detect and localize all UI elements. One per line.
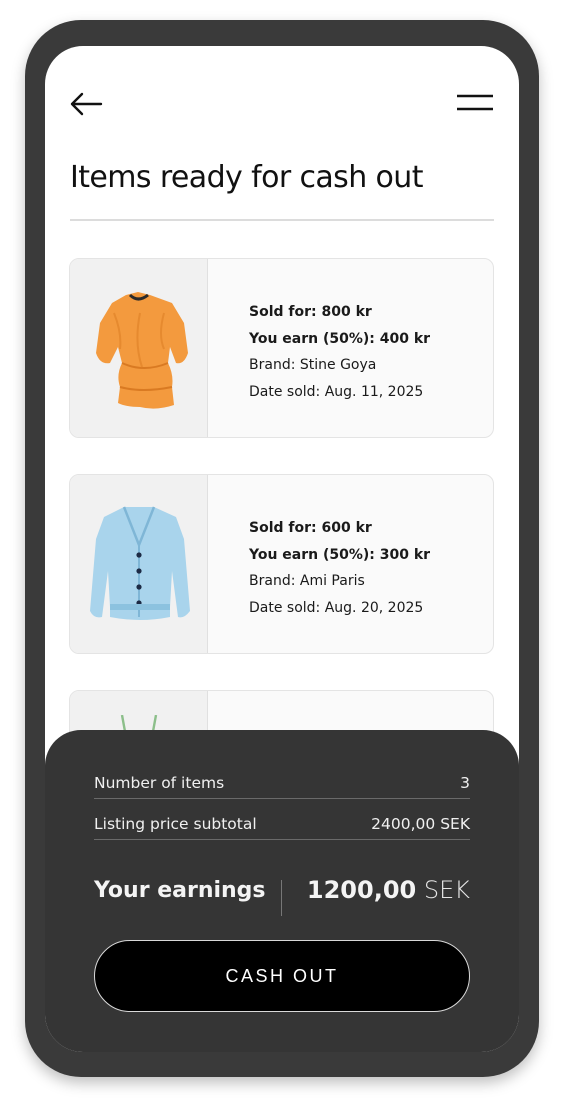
page-title: Items ready for cash out bbox=[70, 160, 423, 195]
brand-text: Brand: Stine Goya bbox=[249, 357, 377, 373]
item-info: Sold for: 800 kr You earn (50%): 400 kr … bbox=[249, 299, 430, 405]
blue-cardigan-image bbox=[90, 506, 190, 620]
item-thumbnail bbox=[70, 475, 208, 653]
earnings-currency: SEK bbox=[423, 876, 470, 904]
number-of-items-value: 3 bbox=[460, 774, 470, 792]
you-earn-text: You earn (50%): 300 kr bbox=[249, 546, 431, 563]
hamburger-menu-icon[interactable] bbox=[456, 93, 494, 113]
item-card[interactable]: Sold for: 800 kr You earn (50%): 400 kr … bbox=[69, 258, 494, 438]
earnings-value: 1200,00 SEK bbox=[307, 876, 470, 904]
sold-for-text: Sold for: 800 kr bbox=[249, 304, 372, 320]
subtotal-label: Listing price subtotal bbox=[94, 815, 257, 833]
date-sold-text: Date sold: Aug. 11, 2025 bbox=[249, 383, 424, 400]
earnings-label: Your earnings bbox=[94, 878, 266, 903]
earnings-separator bbox=[281, 880, 282, 916]
app-screen: Items ready for cash out Sold for: 800 k… bbox=[45, 46, 519, 1052]
cash-out-button[interactable]: CASH OUT bbox=[94, 940, 470, 1012]
subtotal-row: Listing price subtotal 2400,00 SEK bbox=[94, 810, 470, 840]
number-of-items-label: Number of items bbox=[94, 774, 225, 792]
cash-out-summary: Number of items 3 Listing price subtotal… bbox=[45, 730, 519, 1052]
subtotal-value: 2400,00 SEK bbox=[371, 815, 470, 833]
earnings-amount: 1200,00 bbox=[306, 876, 417, 904]
orange-blouse-image bbox=[96, 292, 188, 409]
you-earn-text: You earn (50%): 400 kr bbox=[249, 330, 431, 347]
brand-text: Brand: Ami Paris bbox=[249, 573, 365, 589]
title-divider bbox=[70, 219, 494, 221]
date-sold-text: Date sold: Aug. 20, 2025 bbox=[249, 599, 424, 616]
sold-for-text: Sold for: 600 kr bbox=[249, 520, 372, 536]
item-card[interactable]: Sold for: 600 kr You earn (50%): 300 kr … bbox=[69, 474, 494, 654]
item-thumbnail bbox=[70, 259, 208, 437]
number-of-items-row: Number of items 3 bbox=[94, 769, 470, 799]
arrow-left-icon[interactable] bbox=[69, 92, 103, 116]
item-info: Sold for: 600 kr You earn (50%): 300 kr … bbox=[249, 515, 430, 621]
